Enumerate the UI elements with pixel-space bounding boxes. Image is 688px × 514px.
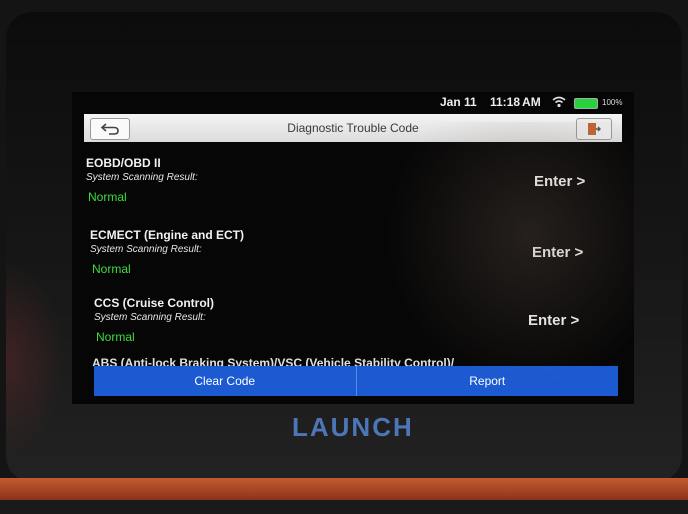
enter-button[interactable]: Enter > — [534, 173, 585, 190]
system-item-abs-partial[interactable]: ABS (Anti-lock Braking System)/VSC (Vehi… — [92, 356, 612, 366]
title-bar: Diagnostic Trouble Code — [84, 114, 622, 142]
enter-button[interactable]: Enter > — [532, 244, 583, 261]
device-screen: Jan 11 11:18 AM 100% Diagnostic Trouble C… — [72, 92, 634, 404]
status-ampm: AM — [522, 95, 541, 109]
system-item-ccs[interactable]: CCS (Cruise Control) System Scanning Res… — [94, 296, 634, 362]
status-date: Jan 11 — [440, 95, 477, 109]
bezel-reflection — [6, 260, 66, 460]
system-name: CCS (Cruise Control) — [94, 296, 214, 310]
system-scan-label: System Scanning Result: — [94, 312, 206, 323]
system-item-eobd[interactable]: EOBD/OBD II System Scanning Result: Norm… — [86, 156, 626, 222]
system-status: Normal — [88, 190, 127, 204]
battery-percent: 100% — [602, 98, 623, 107]
action-bar: Clear Code Report — [94, 366, 618, 396]
system-name: EOBD/OBD II — [86, 156, 161, 170]
page-title: Diagnostic Trouble Code — [287, 121, 419, 135]
battery-icon — [574, 98, 598, 109]
system-name: ECMECT (Engine and ECT) — [90, 228, 244, 242]
system-status: Normal — [96, 330, 135, 344]
system-status: Normal — [92, 262, 131, 276]
enter-button[interactable]: Enter > — [528, 312, 579, 329]
system-scan-label: System Scanning Result: — [86, 172, 198, 183]
background-surface — [0, 500, 688, 514]
exit-door-icon — [588, 123, 601, 135]
clear-code-button[interactable]: Clear Code — [94, 366, 356, 396]
status-clock: 11:18 — [490, 95, 521, 109]
wifi-icon — [552, 96, 566, 108]
status-bar: Jan 11 11:18 AM 100% — [72, 92, 634, 112]
brand-logo: LAUNCH — [292, 412, 414, 442]
report-button[interactable]: Report — [355, 366, 619, 396]
status-time: 11:18 AM — [490, 95, 541, 109]
exit-button[interactable] — [576, 118, 612, 140]
system-item-ecmect[interactable]: ECMECT (Engine and ECT) System Scanning … — [90, 228, 630, 294]
system-scan-label: System Scanning Result: — [90, 244, 202, 255]
